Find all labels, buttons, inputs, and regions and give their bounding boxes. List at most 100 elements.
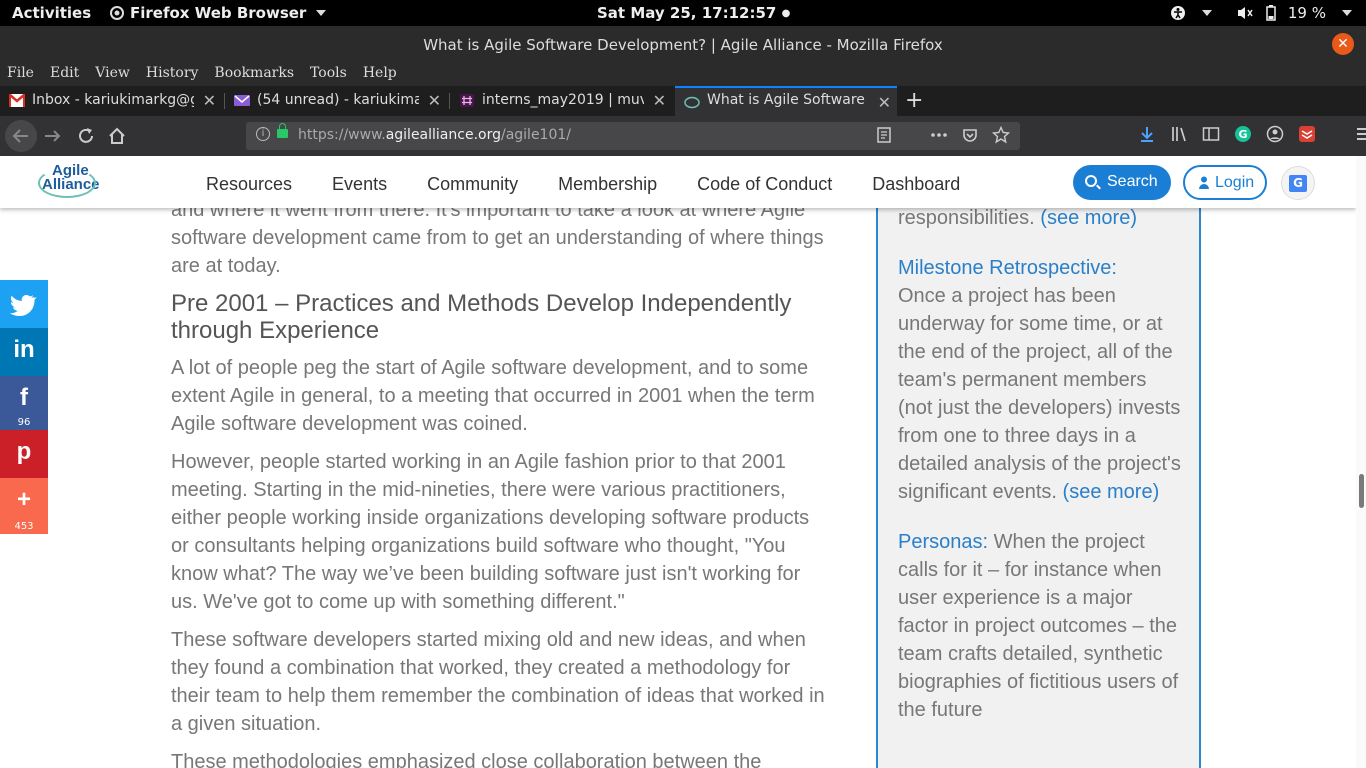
nav-resources[interactable]: Resources	[206, 174, 292, 195]
menu-view[interactable]: View	[95, 62, 130, 86]
pocket-icon[interactable]	[962, 126, 978, 144]
facebook-share-button[interactable]: f 96	[0, 376, 48, 430]
article-paragraph: However, people started working in an Ag…	[171, 451, 810, 613]
tab-agile-alliance[interactable]: What is Agile Software Development? ✕	[675, 86, 897, 116]
nav-events[interactable]: Events	[332, 174, 387, 195]
volume-icon	[1237, 7, 1253, 19]
nav-code-of-conduct[interactable]: Code of Conduct	[697, 174, 832, 195]
toolbar-icons: G	[1138, 125, 1366, 143]
close-tab-icon[interactable]: ✕	[653, 91, 666, 110]
grammarly-icon[interactable]: G	[1234, 125, 1252, 143]
page-scrollbar[interactable]	[1356, 156, 1366, 768]
tab-slack[interactable]: interns_may2019 | muva ✕	[450, 86, 672, 116]
sidebar-icon[interactable]	[1202, 125, 1220, 143]
nav-dashboard[interactable]: Dashboard	[872, 174, 960, 195]
close-tab-icon[interactable]: ✕	[878, 93, 891, 112]
forward-arrow-icon[interactable]	[44, 128, 62, 144]
menu-history[interactable]: History	[146, 62, 199, 86]
glossary-entry-tail: responsibilities. (see more)	[898, 207, 1137, 229]
chevron-down-icon	[1201, 10, 1212, 16]
glossary-sidebar: responsibilities. (see more) Milestone R…	[876, 156, 1201, 768]
reload-icon[interactable]	[77, 127, 95, 145]
article-paragraph: A lot of people peg the start of Agile s…	[171, 357, 815, 435]
url-text: https://www.agilealliance.org/agile101/	[298, 127, 571, 143]
url-bar[interactable]: i https://www.agilealliance.org/agile101…	[246, 122, 1020, 150]
google-translate-button[interactable]: G	[1281, 166, 1315, 200]
glossary-term-link[interactable]: Personas:	[898, 531, 988, 553]
library-icon[interactable]	[1170, 125, 1188, 143]
tab-label: What is Agile Software Development?	[707, 92, 869, 108]
bookmark-star-icon[interactable]	[992, 126, 1010, 144]
nav-membership[interactable]: Membership	[558, 174, 657, 195]
more-share-button[interactable]: + 453	[0, 478, 48, 534]
window-close-button[interactable]: ✕	[1332, 33, 1354, 55]
gmail-icon	[9, 94, 25, 107]
facebook-icon: f	[20, 384, 28, 411]
user-icon	[1199, 176, 1209, 189]
back-button[interactable]	[5, 120, 37, 152]
menu-bar: File Edit View History Bookmarks Tools H…	[0, 62, 1366, 86]
system-top-bar: Activities Firefox Web Browser Sat May 2…	[0, 0, 1366, 26]
url-bar-actions	[876, 126, 1010, 144]
total-share-count: 453	[14, 521, 34, 532]
system-tray[interactable]: 19 %	[1170, 4, 1352, 22]
agile-alliance-logo[interactable]: Agile Alliance	[38, 163, 100, 198]
info-icon[interactable]: i	[256, 127, 270, 141]
lock-icon[interactable]	[277, 123, 288, 138]
logo-ring	[38, 168, 96, 198]
account-icon[interactable]	[1266, 125, 1284, 143]
glossary-definition: Once a project has been underway for som…	[898, 285, 1181, 503]
article-paragraph: These software developers started mixing…	[171, 629, 825, 735]
article-heading: Pre 2001 – Practices and Methods Develop…	[171, 290, 792, 344]
tab-label: interns_may2019 | muva	[482, 92, 644, 108]
twitter-share-button[interactable]	[0, 280, 48, 328]
window-title: What is Agile Software Development? | Ag…	[423, 36, 943, 54]
back-arrow-icon	[12, 129, 28, 143]
clock[interactable]: Sat May 25, 17:12:57 ●	[597, 4, 790, 22]
glossary-entry: Milestone Retrospective: Once a project …	[898, 254, 1183, 506]
slack-icon	[460, 94, 474, 107]
tab-label: Inbox - kariukimarkg@gmail.com	[32, 92, 194, 108]
svg-text:G: G	[1238, 128, 1247, 141]
battery-icon	[1266, 5, 1276, 21]
menu-edit[interactable]: Edit	[50, 62, 79, 86]
login-button[interactable]: Login	[1183, 165, 1267, 200]
plus-icon: +	[16, 486, 31, 513]
menu-bookmarks[interactable]: Bookmarks	[214, 62, 294, 86]
article-body: and where it went from there. It's impor…	[171, 196, 826, 768]
app-menu[interactable]: Firefox Web Browser	[110, 4, 327, 22]
chevron-down-icon	[316, 10, 327, 16]
see-more-link[interactable]: (see more)	[1040, 207, 1137, 229]
tab-yahoo-mail[interactable]: (54 unread) - kariukimark ✕	[225, 86, 447, 116]
menu-tools[interactable]: Tools	[310, 62, 347, 86]
tab-gmail[interactable]: Inbox - kariukimarkg@gmail.com ✕	[0, 86, 222, 116]
menu-help[interactable]: Help	[363, 62, 397, 86]
site-nav: Resources Events Community Membership Co…	[206, 174, 1000, 195]
agile-alliance-favicon	[684, 96, 700, 109]
search-button[interactable]: Search	[1073, 165, 1171, 200]
glossary-term-link[interactable]: Milestone Retrospective:	[898, 257, 1117, 279]
linkedin-icon: in	[13, 336, 35, 363]
home-icon[interactable]	[108, 127, 126, 145]
pinterest-icon: p	[16, 438, 32, 465]
close-tab-icon[interactable]: ✕	[203, 91, 216, 110]
menu-file[interactable]: File	[7, 62, 34, 86]
close-tab-icon[interactable]: ✕	[428, 91, 441, 110]
reader-view-icon[interactable]	[876, 126, 892, 144]
glossary-list: responsibilities. (see more) Milestone R…	[898, 204, 1183, 746]
glossary-entry: Personas: When the project calls for it …	[898, 528, 1183, 724]
activities-button[interactable]: Activities	[12, 4, 91, 22]
page-actions-icon[interactable]	[930, 126, 948, 144]
scrollbar-thumb[interactable]	[1359, 474, 1364, 508]
see-more-link[interactable]: (see more)	[1063, 481, 1160, 503]
pinterest-share-button[interactable]: p	[0, 430, 48, 478]
nav-community[interactable]: Community	[427, 174, 518, 195]
twitter-icon	[9, 295, 37, 317]
hamburger-menu-icon[interactable]	[1354, 125, 1366, 143]
download-icon[interactable]	[1138, 125, 1156, 143]
window-titlebar: What is Agile Software Development? | Ag…	[0, 26, 1366, 62]
new-tab-button[interactable]: +	[905, 88, 923, 113]
todoist-icon[interactable]	[1298, 125, 1316, 143]
linkedin-share-button[interactable]: in	[0, 328, 48, 376]
web-page: Agile Alliance Resources Events Communit…	[0, 156, 1356, 768]
